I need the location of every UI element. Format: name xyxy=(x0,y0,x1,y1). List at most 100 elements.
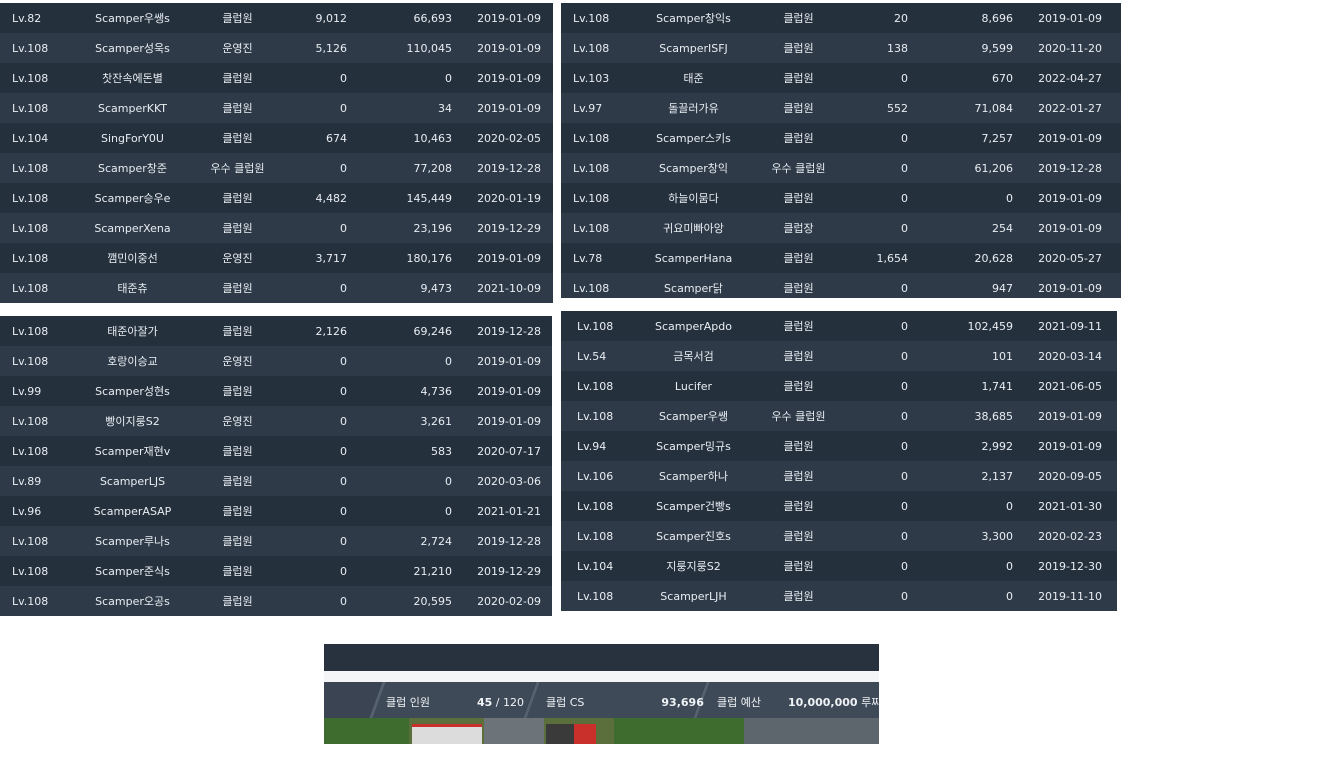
table-row[interactable]: Lv.108 태준츄 클럽원 0 9,473 2021-10-09 xyxy=(0,273,553,303)
table-row[interactable]: Lv.108 빵이지룽S2 운영진 0 3,261 2019-01-09 xyxy=(0,406,552,436)
member-total: 0 xyxy=(1006,191,1013,205)
table-row[interactable]: Lv.108 Scamper재현v 클럽원 0 583 2020-07-17 xyxy=(0,436,552,466)
table-row[interactable]: Lv.104 지룽지룽S2 클럽원 0 0 2019-12-30 xyxy=(561,551,1117,581)
member-total: 71,084 xyxy=(974,101,1014,115)
member-role: 클럽원 xyxy=(222,475,253,488)
table-row[interactable]: Lv.106 Scamper하나 클럽원 0 2,137 2020-09-05 xyxy=(561,461,1117,491)
member-name: 돌끌러가유 xyxy=(668,102,719,115)
member-date: 2019-01-09 xyxy=(477,11,541,25)
member-level: Lv.108 xyxy=(12,41,49,55)
member-name: Scamper성현s xyxy=(95,385,170,398)
member-role: 클럽원 xyxy=(222,535,253,548)
member-level: Lv.108 xyxy=(577,499,614,513)
table-row[interactable]: Lv.108 Scamper우쌩 우수 클럽원 0 38,685 2019-01-09 xyxy=(561,401,1117,431)
table-row[interactable]: Lv.108 깸민이중선 운영진 3,717 180,176 2019-01-09 xyxy=(0,243,553,273)
member-role: 운영진 xyxy=(222,415,253,428)
member-role: 클럽원 xyxy=(783,192,814,205)
member-level: Lv.108 xyxy=(573,41,610,55)
member-cs: 0 xyxy=(901,281,908,295)
member-role: 클럽원 xyxy=(783,590,814,603)
member-name: ScamperHana xyxy=(654,251,733,265)
table-row[interactable]: Lv.108 Scamper오공s 클럽원 0 20,595 2020-02-09 xyxy=(0,586,552,616)
member-cs: 674 xyxy=(326,131,347,145)
member-name: 빵이지룽S2 xyxy=(105,415,160,428)
member-role: 클럽원 xyxy=(222,192,253,205)
table-row[interactable]: Lv.108 ScamperApdo 클럽원 0 102,459 2021-09-11 xyxy=(561,311,1117,341)
member-name: 귀요미빠아앙 xyxy=(663,222,724,235)
member-level: Lv.108 xyxy=(12,281,49,295)
member-date: 2020-01-19 xyxy=(477,191,541,205)
table-row[interactable]: Lv.108 ScamperISFJ 클럽원 138 9,599 2020-11-20 xyxy=(561,33,1121,63)
table-row[interactable]: Lv.54 금목서검 클럽원 0 101 2020-03-14 xyxy=(561,341,1117,371)
member-role: 클럽원 xyxy=(783,252,814,265)
table-row[interactable]: Lv.78 ScamperHana 클럽원 1,654 20,628 2020-05-27 xyxy=(561,243,1121,273)
member-level: Lv.108 xyxy=(577,409,614,423)
table-row[interactable]: Lv.99 Scamper성현s 클럽원 0 4,736 2019-01-09 xyxy=(0,376,552,406)
table-row[interactable]: Lv.104 SingForY0U 클럽원 674 10,463 2020-02-05 xyxy=(0,123,553,153)
table-row[interactable]: Lv.82 Scamper우쌩s 클럽원 9,012 66,693 2019-01-09 xyxy=(0,3,553,33)
member-name: 금목서검 xyxy=(673,350,714,363)
member-total: 583 xyxy=(431,444,452,458)
table-row[interactable]: Lv.108 Scamper성욱s 운영진 5,126 110,045 2019-01-0… xyxy=(0,33,553,63)
member-level: Lv.108 xyxy=(12,191,49,205)
member-cs: 0 xyxy=(340,474,347,488)
table-row[interactable]: Lv.108 Scamper루나s 클럽원 0 2,724 2019-12-28 xyxy=(0,526,552,556)
table-row[interactable]: Lv.108 ScamperKKT 클럽원 0 34 2019-01-09 xyxy=(0,93,553,123)
table-row[interactable]: Lv.97 돌끌러가유 클럽원 552 71,084 2022-01-27 xyxy=(561,93,1121,123)
member-total: 23,196 xyxy=(413,221,453,235)
table-row[interactable]: Lv.108 Scamper준식s 클럽원 0 21,210 2019-12-29 xyxy=(0,556,552,586)
member-role: 클럽원 xyxy=(783,380,814,393)
table-row[interactable]: Lv.103 태준 클럽원 0 670 2022-04-27 xyxy=(561,63,1121,93)
member-cs: 0 xyxy=(340,161,347,175)
table-row[interactable]: Lv.108 Scamper스키s 클럽원 0 7,257 2019-01-09 xyxy=(561,123,1121,153)
member-name: ScamperISFJ xyxy=(659,41,728,55)
table-row[interactable]: Lv.108 ScamperLJH 클럽원 0 0 2019-11-10 xyxy=(561,581,1117,611)
table-row[interactable]: Lv.108 Scamper진호s 클럽원 0 3,300 2020-02-23 xyxy=(561,521,1117,551)
member-cs: 3,717 xyxy=(315,251,348,265)
table-row[interactable]: Lv.108 ScamperXena 클럽원 0 23,196 2019-12-29 xyxy=(0,213,553,243)
member-name: Scamper창준 xyxy=(98,162,167,175)
member-cs: 0 xyxy=(901,221,908,235)
table-row[interactable]: Lv.108 하늘이뭄다 클럽원 0 0 2019-01-09 xyxy=(561,183,1121,213)
table-row[interactable]: Lv.96 ScamperASAP 클럽원 0 0 2021-01-21 xyxy=(0,496,552,526)
member-total: 9,473 xyxy=(420,281,453,295)
member-total: 0 xyxy=(1006,589,1013,603)
table-row[interactable]: Lv.108 Scamper닭 클럽원 0 947 2019-01-09 xyxy=(561,273,1121,298)
member-name: Scamper진호s xyxy=(656,530,731,543)
member-level: Lv.108 xyxy=(12,101,49,115)
table-row[interactable]: Lv.89 ScamperLJS 클럽원 0 0 2020-03-06 xyxy=(0,466,552,496)
member-cs: 0 xyxy=(340,221,347,235)
club-cs-label: 클럽 CS xyxy=(546,696,585,709)
club-budget-stat: 클럽 예산 10,000,000 루찌 xyxy=(717,694,879,710)
table-row[interactable]: Lv.108 호랑이승교 운영진 0 0 2019-01-09 xyxy=(0,346,552,376)
member-role: 클럽원 xyxy=(222,505,253,518)
table-row[interactable]: Lv.94 Scamper밍규s 클럽원 0 2,992 2019-01-09 xyxy=(561,431,1117,461)
member-cs: 20 xyxy=(894,11,908,25)
table-row[interactable]: Lv.108 찻잔속에돈별 클럽원 0 0 2019-01-09 xyxy=(0,63,553,93)
member-name: Scamper승우e xyxy=(94,192,171,205)
member-name: Scamper하나 xyxy=(659,470,728,483)
member-level: Lv.108 xyxy=(12,414,49,428)
member-cs: 0 xyxy=(340,281,347,295)
member-cs: 0 xyxy=(340,534,347,548)
member-total: 38,685 xyxy=(974,409,1014,423)
table-row[interactable]: Lv.108 Scamper창익 우수 클럽원 0 61,206 2019-12-28 xyxy=(561,153,1121,183)
member-date: 2019-12-28 xyxy=(1038,161,1102,175)
member-role: 클럽원 xyxy=(783,132,814,145)
table-row[interactable]: Lv.108 귀요미빠아앙 클럽장 0 254 2019-01-09 xyxy=(561,213,1121,243)
member-date: 2022-04-27 xyxy=(1038,71,1102,85)
table-row[interactable]: Lv.108 Lucifer 클럽원 0 1,741 2021-06-05 xyxy=(561,371,1117,401)
table-row[interactable]: Lv.108 Scamper승우e 클럽원 4,482 145,449 2020-01-1… xyxy=(0,183,553,213)
member-role: 우수 클럽원 xyxy=(771,410,826,423)
member-cs: 0 xyxy=(340,414,347,428)
member-total: 34 xyxy=(438,101,452,115)
table-row[interactable]: Lv.108 Scamper건빵s 클럽원 0 0 2021-01-30 xyxy=(561,491,1117,521)
table-row[interactable]: Lv.108 Scamper창준 우수 클럽원 0 77,208 2019-12-28 xyxy=(0,153,553,183)
member-table-1: Lv.82 Scamper우쌩s 클럽원 9,012 66,693 2019-01-09 L… xyxy=(0,3,553,303)
member-total: 101 xyxy=(992,349,1013,363)
club-cs-stat: 클럽 CS 93,696 xyxy=(546,694,704,710)
table-row[interactable]: Lv.108 태준아잘가 클럽원 2,126 69,246 2019-12-28 xyxy=(0,316,552,346)
member-name: Scamper성욱s xyxy=(95,42,170,55)
table-row[interactable]: Lv.108 Scamper창익s 클럽원 20 8,696 2019-01-09 xyxy=(561,3,1121,33)
member-date: 2019-01-09 xyxy=(1038,191,1102,205)
